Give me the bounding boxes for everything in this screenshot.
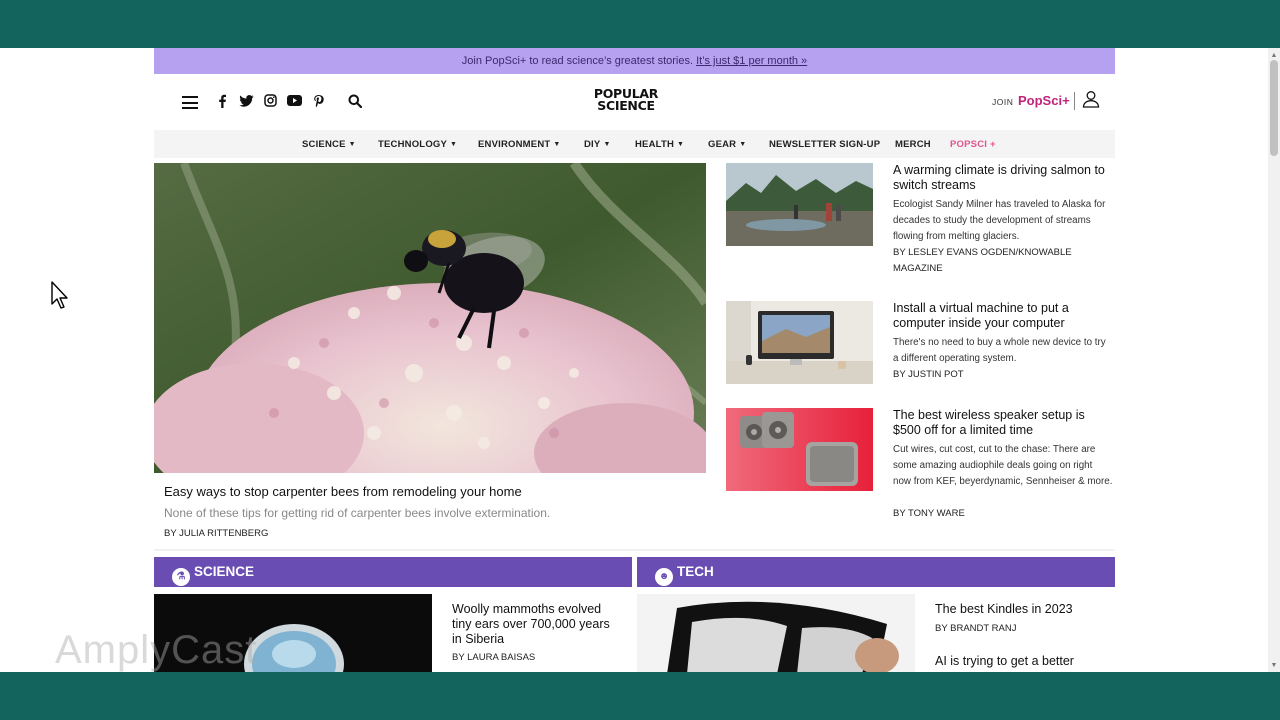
tech-story-title[interactable]: The best Kindles in 2023 (935, 602, 1115, 617)
science-story-byline[interactable]: BY LAURA BAISAS (452, 652, 535, 663)
popsci-plus-link[interactable]: PopSci+ (1018, 93, 1070, 108)
chevron-down-icon: ▼ (603, 141, 611, 148)
chevron-down-icon: ▼ (677, 141, 685, 148)
scroll-down-icon[interactable]: ▼ (1270, 662, 1278, 670)
nav-gear[interactable]: GEAR ▼ (708, 139, 746, 150)
join-link[interactable]: JOIN (992, 97, 1013, 107)
chevron-down-icon: ▼ (450, 141, 458, 148)
nav-newsletter[interactable]: NEWSLETTER SIGN-UP (769, 139, 880, 150)
nav-environment[interactable]: ENVIRONMENT ▼ (478, 139, 561, 150)
story-title[interactable]: A warming climate is driving salmon to s… (893, 163, 1113, 193)
mouse-cursor-icon (51, 281, 68, 309)
story-thumbnail[interactable] (726, 408, 873, 491)
pinterest-icon[interactable] (313, 94, 324, 108)
video-frame-bottom (0, 672, 1280, 720)
video-frame-top (0, 0, 1280, 48)
promo-link[interactable]: It’s just $1 per month » (696, 55, 807, 67)
nav-health[interactable]: HEALTH ▼ (635, 139, 684, 150)
youtube-icon[interactable] (287, 95, 302, 106)
hero-title[interactable]: Easy ways to stop carpenter bees from re… (164, 484, 522, 499)
section-science-label: SCIENCE (194, 564, 255, 579)
promo-text: Join PopSci+ to read science’s greatest … (461, 55, 694, 67)
story-title[interactable]: The best wireless speaker setup is $500 … (893, 408, 1113, 438)
logo-line-2: SCIENCE (597, 98, 655, 113)
tech-story-title[interactable]: AI is trying to get a better (935, 654, 1115, 669)
popsci-page: Join PopSci+ to read science’s greatest … (154, 48, 1115, 672)
flask-icon: ⚗ (172, 568, 190, 586)
story-thumbnail[interactable] (726, 163, 873, 246)
main-nav: SCIENCE ▼ TECHNOLOGY ▼ ENVIRONMENT ▼ DIY ▼ H… (154, 130, 1115, 158)
section-divider (154, 549, 1115, 551)
section-tech-bar[interactable]: ☻ TECH (637, 557, 1115, 587)
user-icon[interactable] (1082, 90, 1100, 108)
hero-image[interactable] (154, 163, 706, 473)
nav-science[interactable]: SCIENCE ▼ (302, 139, 356, 150)
nav-technology[interactable]: TECHNOLOGY ▼ (378, 139, 457, 150)
promo-banner: Join PopSci+ to read science’s greatest … (154, 48, 1115, 74)
story-thumbnail[interactable] (726, 301, 873, 384)
nav-popsci-plus[interactable]: POPSCI + (950, 139, 996, 150)
search-icon[interactable] (348, 94, 362, 108)
scrollbar-thumb[interactable] (1270, 60, 1278, 156)
site-header: POPULAR SCIENCE JOIN PopSci+ (154, 74, 1115, 130)
science-story-title[interactable]: Woolly mammoths evolved tiny ears over 7… (452, 602, 617, 647)
twitter-icon[interactable] (239, 95, 254, 107)
story-dek: There's no need to buy a whole new devic… (893, 337, 1106, 364)
chevron-down-icon: ▼ (739, 141, 747, 148)
story-byline[interactable]: BY JUSTIN POT (893, 367, 1113, 383)
header-divider (1074, 92, 1075, 110)
watermark: AmplyCast (55, 628, 258, 672)
instagram-icon[interactable] (264, 94, 277, 107)
chevron-down-icon: ▼ (348, 141, 356, 148)
gamepad-icon: ☻ (655, 568, 673, 586)
story-byline[interactable]: BY LESLEY EVANS OGDEN/KNOWABLE MAGAZINE (893, 245, 1113, 277)
section-tech-label: TECH (677, 564, 714, 579)
chevron-down-icon: ▼ (553, 141, 561, 148)
browser-viewport: Join PopSci+ to read science’s greatest … (0, 48, 1268, 672)
story-dek: Ecologist Sandy Milner has traveled to A… (893, 199, 1106, 242)
story-byline[interactable]: BY TONY WARE (893, 506, 1113, 522)
scroll-up-icon[interactable]: ▲ (1270, 52, 1278, 60)
story-title[interactable]: Install a virtual machine to put a compu… (893, 301, 1113, 331)
hero-byline[interactable]: BY JULIA RITTENBERG (164, 528, 268, 539)
tech-story-byline[interactable]: BY BRANDT RANJ (935, 623, 1016, 634)
section-science-bar[interactable]: ⚗ SCIENCE (154, 557, 632, 587)
hero-dek: None of these tips for getting rid of ca… (164, 506, 551, 520)
site-logo[interactable]: POPULAR SCIENCE (586, 87, 666, 113)
tech-story-thumbnail[interactable] (637, 594, 915, 672)
page-scrollbar[interactable]: ▲ ▼ (1268, 48, 1280, 672)
story-dek: Cut wires, cut cost, cut to the chase: T… (893, 444, 1113, 487)
nav-diy[interactable]: DIY ▼ (584, 139, 611, 150)
nav-merch[interactable]: MERCH (895, 139, 931, 150)
facebook-icon[interactable] (217, 94, 227, 108)
menu-icon[interactable] (182, 96, 198, 109)
